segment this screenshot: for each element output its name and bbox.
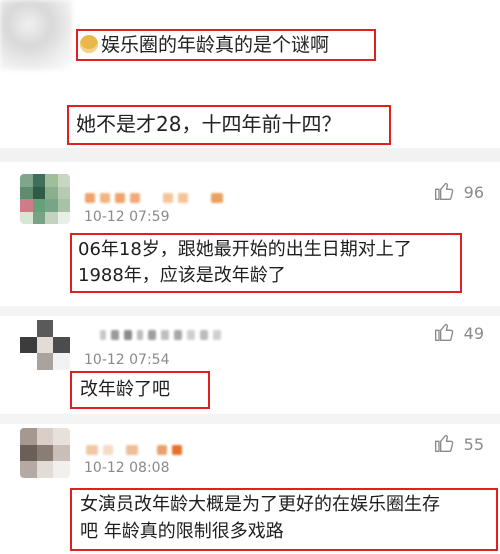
post-avatar-blurred (0, 0, 72, 70)
like-button[interactable]: 55 (434, 433, 484, 454)
comment-text-line1: 改年龄了吧 (80, 379, 170, 400)
thumb-up-icon (434, 434, 453, 452)
comment-time: 10-12 08:08 (84, 460, 170, 476)
thumb-up-icon (434, 182, 453, 200)
like-count: 49 (463, 324, 484, 343)
comment-separator (0, 306, 500, 316)
username-blurred[interactable] (86, 440, 187, 455)
avatar[interactable] (20, 174, 70, 224)
like-button[interactable]: 96 (434, 181, 484, 202)
thumb-up-icon (434, 323, 453, 341)
post-title-text: 娱乐圈的年龄真的是个谜啊 (101, 34, 330, 56)
username-blurred[interactable] (85, 188, 228, 203)
like-count: 55 (463, 435, 484, 454)
dog-face-icon (80, 35, 98, 53)
username-blurred[interactable] (100, 325, 226, 340)
comment-time: 10-12 07:59 (84, 209, 170, 225)
avatar[interactable] (20, 320, 70, 370)
post-quote: 她不是才28，十四年前十四？ (76, 112, 342, 136)
post-title: 娱乐圈的年龄真的是个谜啊 (80, 33, 329, 57)
comment-text-line1: 女演员改年龄大概是为了更好的在娱乐圈生存 (80, 494, 440, 515)
like-count: 96 (463, 183, 484, 202)
comment-time: 10-12 07:54 (84, 352, 170, 368)
comment-text-line1: 06年18岁，跟她最开始的出生日期对上了 (78, 239, 412, 260)
comment-text-line2: 1988年，应该是改年龄了 (78, 265, 286, 286)
comment-separator (0, 414, 500, 424)
avatar[interactable] (20, 428, 70, 478)
section-separator (0, 148, 500, 162)
like-button[interactable]: 49 (434, 322, 484, 343)
comment-text-line2: 吧 年龄真的限制很多戏路 (80, 521, 284, 542)
